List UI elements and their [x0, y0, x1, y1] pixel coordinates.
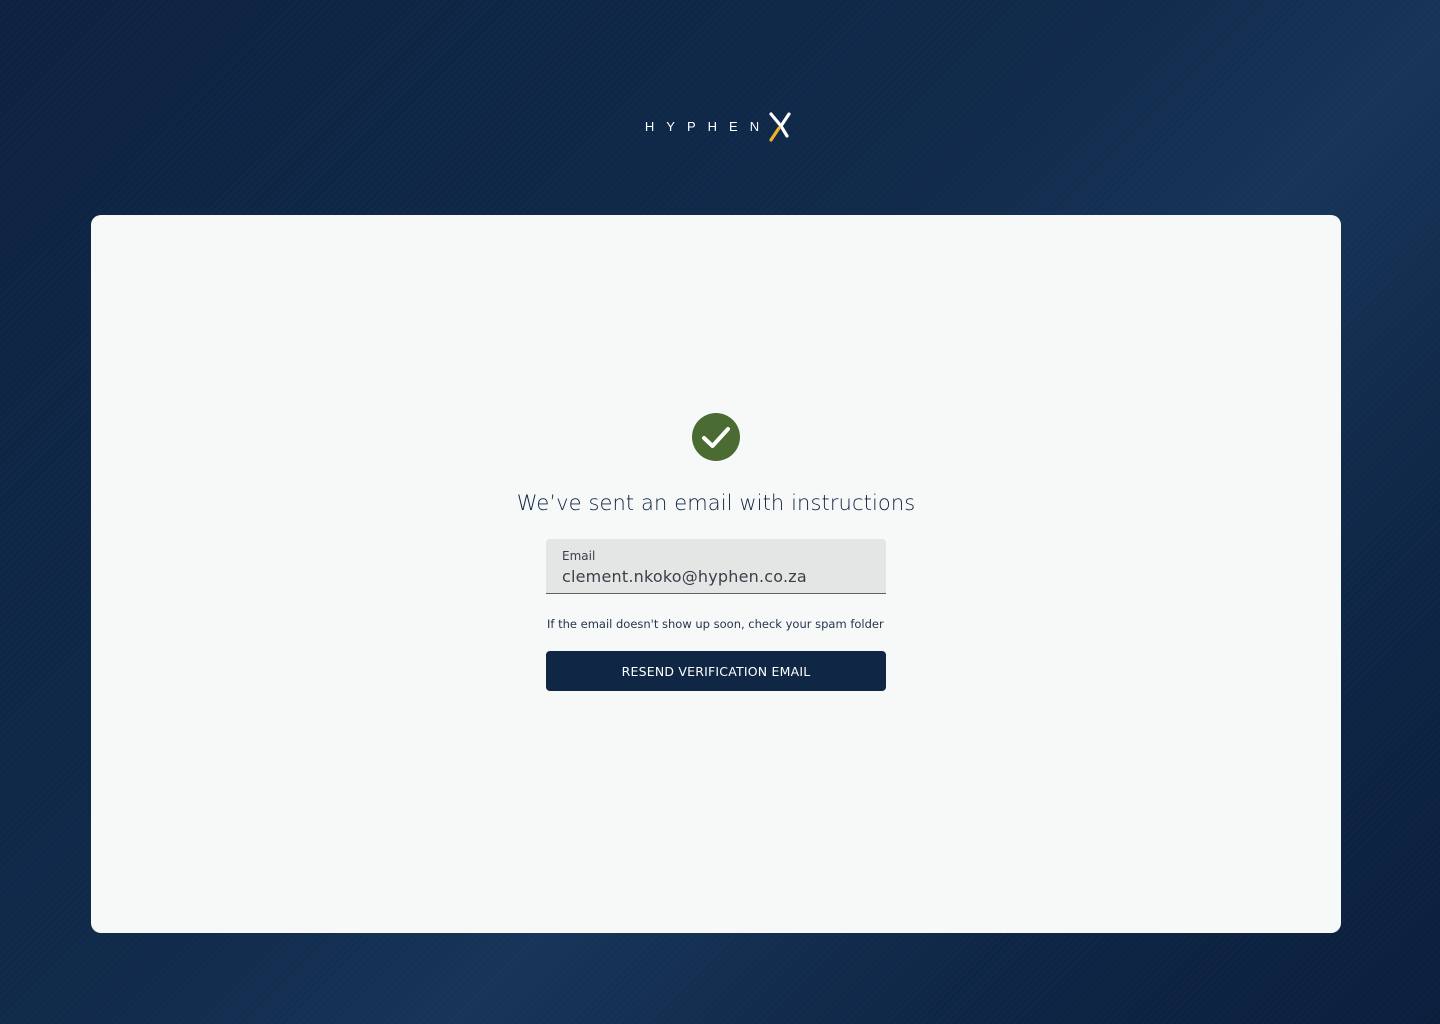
- x-mark-icon: [769, 112, 791, 142]
- logo-wordmark: HYPHEN: [644, 118, 772, 134]
- resend-verification-button[interactable]: RESEND VERIFICATION EMAIL: [546, 651, 886, 691]
- email-field[interactable]: Email clement.nkoko@hyphen.co.za: [546, 539, 886, 594]
- spam-folder-hint: If the email doesn't show up soon, check…: [547, 617, 884, 631]
- confirmation-heading: We’ve sent an email with instructions: [516, 491, 916, 515]
- email-field-label: Email: [562, 549, 596, 563]
- email-field-value[interactable]: clement.nkoko@hyphen.co.za: [562, 567, 807, 586]
- check-circle-icon: [692, 413, 740, 461]
- verification-card: We’ve sent an email with instructions Em…: [91, 215, 1341, 933]
- hyphen-logo: HYPHEN: [620, 106, 820, 146]
